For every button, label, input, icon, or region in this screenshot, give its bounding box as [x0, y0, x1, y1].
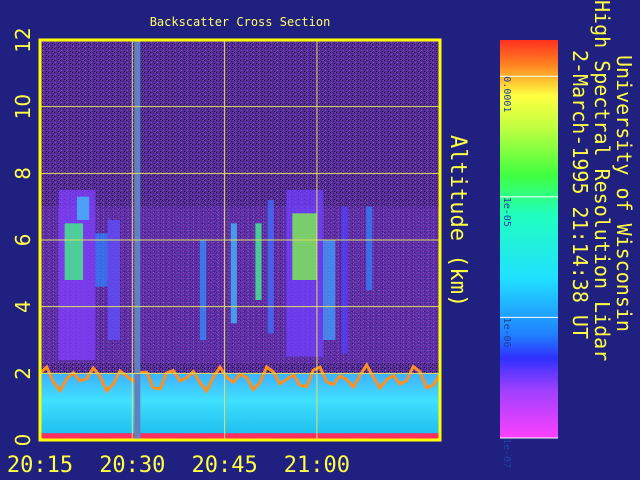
- y-axis-label: Altitude (km): [445, 135, 470, 308]
- colorbar-tick-label: 1e-07: [501, 438, 512, 468]
- side-text-line1: University of Wisconsin: [612, 55, 636, 332]
- y-tick-label: 2: [11, 367, 35, 380]
- x-tick-label: 20:30: [99, 453, 165, 478]
- x-tick-label: 20:45: [191, 453, 257, 478]
- lidar-figure: Backscatter Cross Section 0 2 4 6 8 10 1…: [0, 0, 640, 480]
- boundary-layer: [40, 373, 440, 434]
- colorbar-tick-label: 1e-06: [501, 317, 512, 347]
- y-tick-label: 6: [11, 234, 35, 247]
- cloud-streak: [64, 223, 84, 280]
- x-tick-label: 20:15: [7, 453, 73, 478]
- side-text-line2: High Spectral Resolution Lidar: [590, 0, 614, 362]
- cloud-streak: [255, 223, 262, 300]
- cloud-streak: [341, 206, 348, 354]
- cloud-streak: [267, 200, 274, 334]
- plot-svg: 0 2 4 6 8 10 12 20:15 20:30 20:45 21:00 0.0001 1e-0…: [7, 27, 558, 478]
- cloud-streak: [366, 206, 373, 290]
- side-text-line3: 2-March-1995 21:14:38 UT: [568, 50, 592, 339]
- x-tick-label: 21:00: [284, 453, 350, 478]
- y-tick-label: 10: [11, 94, 35, 119]
- cloud-streak: [76, 196, 90, 220]
- colorbar-tick-label: 0.0001: [501, 76, 512, 112]
- y-tick-label: 12: [11, 27, 35, 52]
- y-tick-label: 4: [11, 300, 35, 313]
- cloud-streak: [323, 240, 336, 340]
- y-tick-label: 8: [11, 167, 35, 180]
- y-tick-label: 0: [11, 434, 35, 447]
- colorbar-tick-label: 1e-05: [501, 197, 512, 227]
- cloud-streak: [292, 213, 317, 280]
- cloud-streak: [200, 240, 207, 340]
- cloud-streak: [230, 223, 237, 324]
- cloud-streak: [95, 233, 108, 287]
- cloud-streak: [107, 220, 120, 340]
